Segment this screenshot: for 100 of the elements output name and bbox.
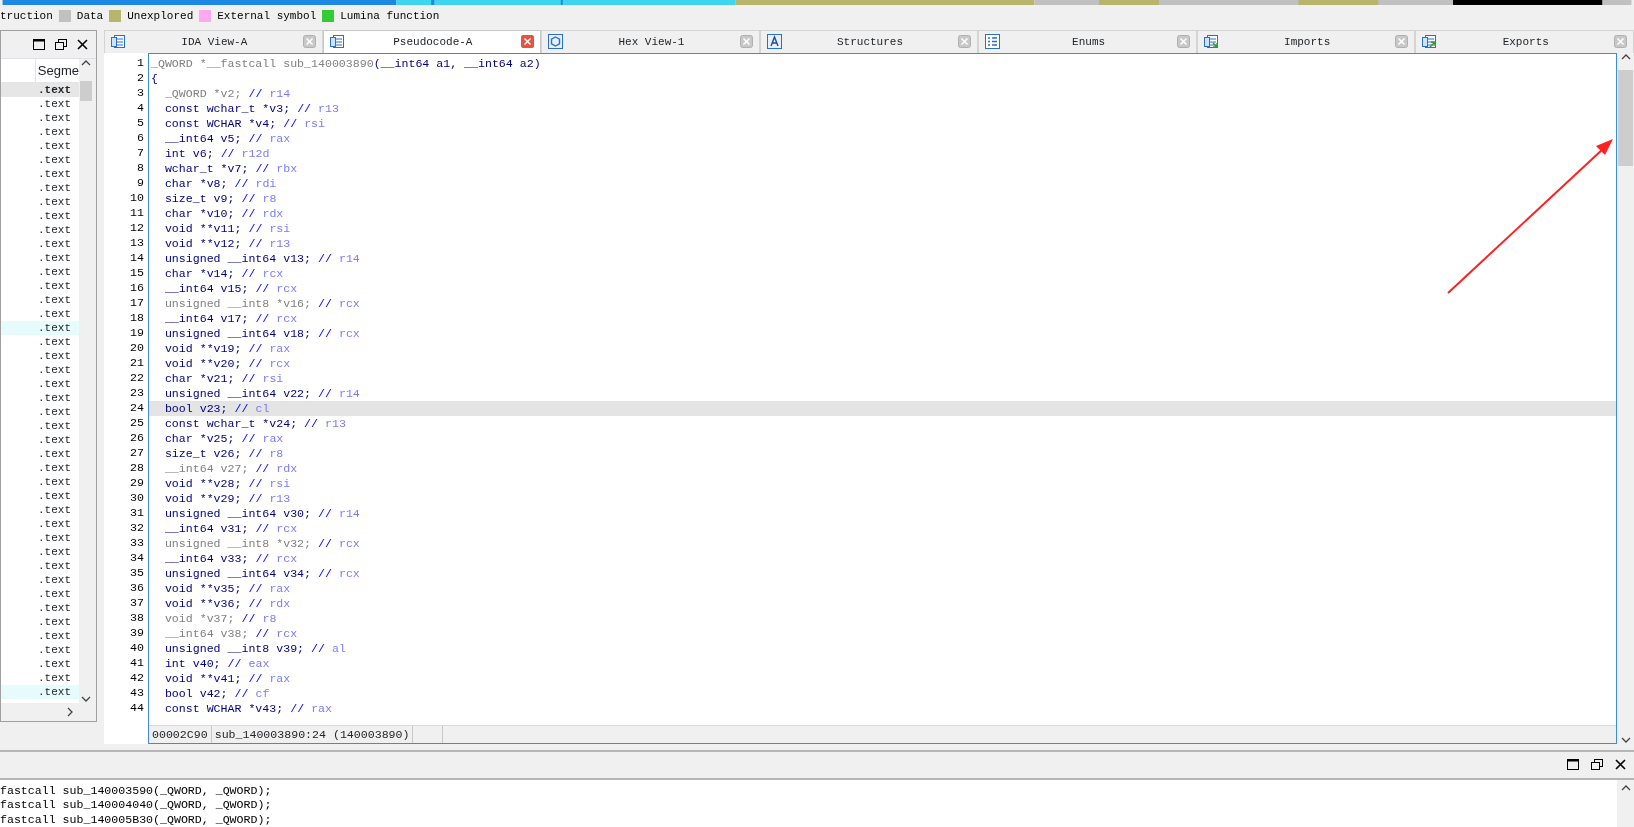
segment-row[interactable]: .text	[1, 670, 79, 685]
code-line[interactable]: bool v42; // cf	[149, 685, 1616, 701]
tab-close-icon[interactable]	[521, 35, 535, 49]
code-line[interactable]: char *v8; // rdi	[149, 175, 1616, 191]
segment-row[interactable]: .text	[1, 432, 79, 447]
maximize-icon[interactable]	[33, 38, 45, 50]
segment-row[interactable]: .text	[1, 334, 79, 349]
segment-row[interactable]: .text	[1, 656, 79, 671]
segment-row[interactable]: .text	[1, 572, 79, 587]
segment-row[interactable]: .text	[1, 110, 79, 125]
segment-row[interactable]: .text	[1, 474, 79, 489]
segment-row[interactable]: .text	[1, 390, 79, 405]
navigation-band[interactable]	[0, 0, 1634, 5]
code-line[interactable]: unsigned __int64 v13; // r14	[149, 250, 1616, 266]
segment-row[interactable]: .text	[1, 544, 79, 559]
segment-row[interactable]: .text	[1, 642, 79, 657]
tab[interactable]: Structures	[759, 29, 979, 53]
tab[interactable]: Hex View-1	[541, 29, 760, 53]
code-line[interactable]: unsigned __int64 v18; // rcx	[149, 325, 1616, 341]
segment-row[interactable]: .text	[1, 628, 79, 643]
code-line[interactable]: const WCHAR *v4; // rsi	[149, 115, 1616, 131]
segment-row[interactable]: .text	[1, 502, 79, 517]
code-line[interactable]: __int64 v17; // rcx	[149, 310, 1616, 326]
segment-row[interactable]: .text	[1, 180, 79, 195]
code-line[interactable]: __int64 v38; // rcx	[149, 625, 1616, 641]
segment-row[interactable]: .text	[1, 530, 79, 545]
code-line[interactable]: __int64 v33; // rcx	[149, 550, 1616, 566]
scrollbar-thumb[interactable]	[1618, 69, 1633, 166]
code-line[interactable]: unsigned __int8 *v32; // rcx	[149, 535, 1616, 551]
code-line[interactable]: void **v28; // rsi	[149, 475, 1616, 491]
segment-row[interactable]: .text	[1, 362, 79, 377]
segment-row[interactable]: .text	[1, 208, 79, 223]
restore-icon[interactable]	[55, 38, 67, 50]
code-line[interactable]: void **v12; // r13	[149, 235, 1616, 251]
segment-row[interactable]: .text	[1, 222, 79, 237]
segment-row[interactable]: .text	[1, 166, 79, 181]
close-icon[interactable]	[1615, 759, 1626, 771]
code-line[interactable]: int v40; // eax	[149, 655, 1616, 671]
code-line[interactable]: char *v21; // rsi	[149, 370, 1616, 386]
tab[interactable]: Pseudocode-A	[322, 29, 542, 53]
scroll-up-icon[interactable]	[1620, 783, 1631, 792]
segment-row[interactable]: .text	[1, 152, 79, 167]
scrollbar-thumb[interactable]	[80, 80, 92, 101]
segment-row[interactable]: .text	[1, 684, 79, 699]
code-line[interactable]: __int64 v15; // rcx	[149, 280, 1616, 296]
segment-row[interactable]: .text	[1, 138, 79, 153]
segment-row[interactable]: .text	[1, 348, 79, 363]
code-line[interactable]: const wchar_t *v24; // r13	[149, 415, 1616, 431]
scroll-down-icon[interactable]	[81, 694, 91, 703]
code-line[interactable]: _QWORD *__fastcall sub_140003890(__int64 a1, __int64 a2)	[149, 55, 1616, 71]
code-line[interactable]: void **v35; // rax	[149, 580, 1616, 596]
code-line[interactable]: void **v19; // rax	[149, 340, 1616, 356]
segment-row[interactable]: .text	[1, 250, 79, 265]
segment-row[interactable]: .text	[1, 516, 79, 531]
code-line[interactable]: unsigned __int8 *v16; // rcx	[149, 295, 1616, 311]
code-line[interactable]: char *v14; // rcx	[149, 265, 1616, 281]
code-line[interactable]: const wchar_t *v3; // r13	[149, 100, 1616, 116]
segment-row[interactable]: .text	[1, 124, 79, 139]
code-line[interactable]: wchar_t *v7; // rbx	[149, 160, 1616, 176]
segment-row[interactable]: .text	[1, 264, 79, 279]
code-line[interactable]: void **v41; // rax	[149, 670, 1616, 686]
code-line[interactable]: const WCHAR *v43; // rax	[149, 700, 1616, 716]
segment-row[interactable]: .text	[1, 278, 79, 293]
code-line[interactable]: char *v10; // rdx	[149, 205, 1616, 221]
code-line[interactable]: void **v20; // rcx	[149, 355, 1616, 371]
segment-row[interactable]: .text	[1, 488, 79, 503]
code-line[interactable]: void **v36; // rdx	[149, 595, 1616, 611]
segment-row[interactable]: .text	[1, 320, 79, 335]
code-line[interactable]: unsigned __int8 v39; // al	[149, 640, 1616, 656]
tab[interactable]: Imports	[1196, 29, 1416, 53]
segment-row[interactable]: .text	[1, 194, 79, 209]
code-line[interactable]: unsigned __int64 v30; // r14	[149, 505, 1616, 521]
segment-row[interactable]: .text	[1, 292, 79, 307]
segment-row[interactable]: .text	[1, 446, 79, 461]
code-line[interactable]: char *v25; // rax	[149, 430, 1616, 446]
segment-row[interactable]: .text	[1, 306, 79, 321]
restore-icon[interactable]	[1591, 759, 1603, 771]
segment-row[interactable]: .text	[1, 236, 79, 251]
segment-row[interactable]: .text	[1, 96, 79, 111]
code-line[interactable]: void **v11; // rsi	[149, 220, 1616, 236]
segment-row[interactable]: .text	[1, 418, 79, 433]
segment-row[interactable]: .text	[1, 586, 79, 601]
code-line[interactable]: unsigned __int64 v22; // r14	[149, 385, 1616, 401]
code-line[interactable]: size_t v9; // r8	[149, 190, 1616, 206]
code-line[interactable]: unsigned __int64 v34; // rcx	[149, 565, 1616, 581]
tab[interactable]: IDA View-A	[104, 29, 323, 53]
code-line[interactable]: _QWORD *v2; // r14	[149, 85, 1616, 101]
segment-row[interactable]: .text	[1, 404, 79, 419]
code-line[interactable]: void *v37; // r8	[149, 610, 1616, 626]
maximize-icon[interactable]	[1567, 759, 1579, 771]
code-line[interactable]: __int64 v31; // rcx	[149, 520, 1616, 536]
scroll-right-icon[interactable]	[66, 706, 74, 717]
code-line[interactable]: size_t v26; // r8	[149, 445, 1616, 461]
code-line[interactable]: __int64 v27; // rdx	[149, 460, 1616, 476]
tab[interactable]: Exports	[1415, 29, 1634, 53]
code-line[interactable]: __int64 v5; // rax	[149, 130, 1616, 146]
code-line[interactable]: {	[149, 70, 1616, 86]
segment-row[interactable]: .text	[1, 376, 79, 391]
segment-row[interactable]: .text	[1, 614, 79, 629]
code-line[interactable]: void **v29; // r13	[149, 490, 1616, 506]
